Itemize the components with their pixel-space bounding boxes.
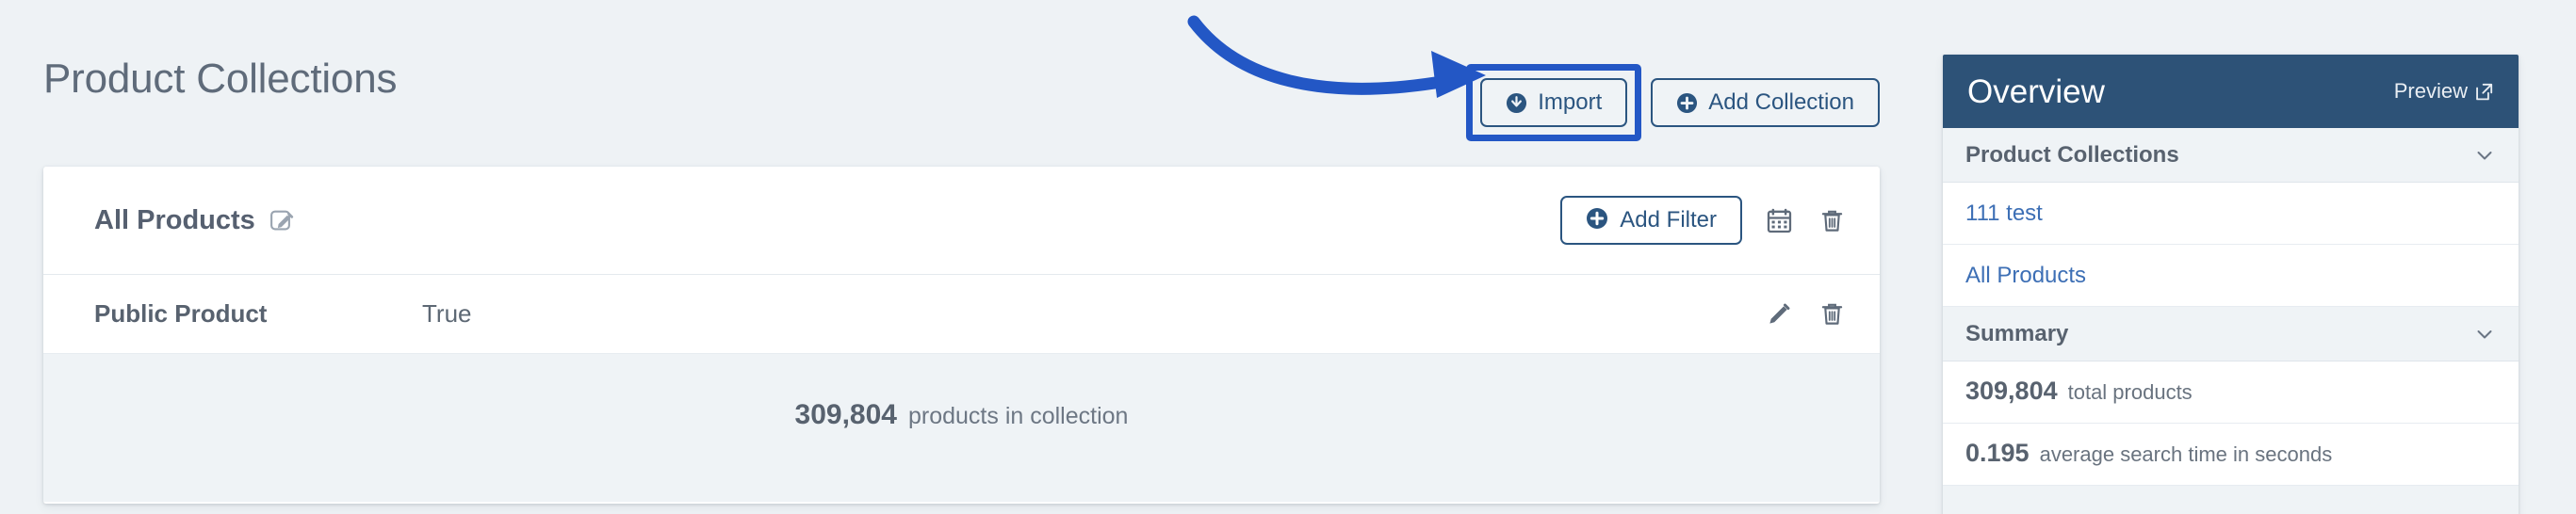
sidebar-section-product-collections[interactable]: Product Collections	[1943, 128, 2519, 183]
add-collection-button-label: Add Collection	[1708, 89, 1854, 115]
overview-panel: Overview Preview Product Collections 111…	[1943, 55, 2519, 514]
plus-circle-icon	[1676, 92, 1698, 114]
summary-stat-label: average search time in seconds	[2039, 442, 2333, 466]
sidebar-link-label: All Products	[1965, 262, 2087, 288]
import-button[interactable]: Import	[1480, 78, 1628, 127]
sidebar-link-label: 111 test	[1965, 200, 2043, 226]
summary-stat-value: 309,804	[1965, 377, 2058, 405]
filter-value: True	[422, 299, 472, 328]
page-title: Product Collections	[43, 56, 398, 102]
summary-stat-average-search-time: 0.195 average search time in seconds	[1943, 424, 2519, 486]
collection-count-value: 309,804	[794, 399, 897, 430]
chevron-down-icon	[2473, 323, 2496, 345]
edit-filter-pencil-icon[interactable]	[1763, 296, 1795, 333]
sidebar-section-summary[interactable]: Summary	[1943, 307, 2519, 361]
delete-filter-trash-icon[interactable]	[1816, 296, 1848, 333]
overview-title: Overview	[1967, 72, 2105, 110]
add-filter-button[interactable]: Add Filter	[1560, 196, 1742, 245]
chevron-down-icon	[2473, 144, 2496, 167]
overview-panel-footer	[1943, 486, 2519, 514]
collection-name: All Products	[94, 204, 255, 235]
sidebar-item-all-products[interactable]: All Products	[1943, 245, 2519, 307]
import-button-label: Import	[1538, 89, 1603, 115]
plus-circle-icon	[1586, 207, 1608, 234]
overview-panel-header: Overview Preview	[1943, 55, 2519, 128]
sidebar-section-label: Summary	[1965, 320, 2069, 346]
add-collection-button-wrap: Add Collection	[1651, 78, 1880, 127]
add-filter-button-label: Add Filter	[1620, 207, 1717, 233]
collection-card-header: All Products Add Filter	[43, 167, 1880, 275]
edit-square-icon[interactable]	[269, 206, 297, 234]
add-collection-button[interactable]: Add Collection	[1651, 78, 1880, 127]
collection-count-group: 309,804 products in collection	[795, 399, 1129, 431]
summary-stat-value: 0.195	[1965, 439, 2030, 467]
preview-link-label: Preview	[2393, 79, 2468, 103]
collection-card-header-actions: Add Filter	[1560, 196, 1848, 245]
arrow-down-circle-icon	[1506, 92, 1527, 114]
filter-row: Public Product True	[43, 275, 1880, 354]
collection-count-label: products in collection	[907, 403, 1129, 429]
filter-key: Public Product	[94, 299, 268, 328]
sidebar-section-label: Product Collections	[1965, 141, 2179, 168]
main-content-column: Product Collections Import Add Collectio…	[0, 0, 1922, 514]
calendar-icon[interactable]	[1763, 201, 1795, 239]
collection-card-footer: 309,804 products in collection	[43, 354, 1880, 502]
import-button-highlight: Import	[1466, 64, 1642, 141]
collection-card: All Products Add Filter Public Product T…	[43, 167, 1880, 504]
page-root: Product Collections Import Add Collectio…	[0, 0, 2576, 514]
summary-stat-total-products: 309,804 total products	[1943, 361, 2519, 424]
filter-row-actions	[1763, 296, 1848, 333]
preview-link[interactable]: Preview	[2394, 79, 2494, 104]
header-actions: Import Add Collection	[1466, 64, 1880, 141]
external-link-icon	[2474, 82, 2494, 102]
delete-collection-trash-icon[interactable]	[1816, 201, 1848, 239]
sidebar-item-111-test[interactable]: 111 test	[1943, 183, 2519, 245]
summary-stat-label: total products	[2067, 380, 2193, 404]
collection-name-group: All Products	[94, 205, 297, 236]
